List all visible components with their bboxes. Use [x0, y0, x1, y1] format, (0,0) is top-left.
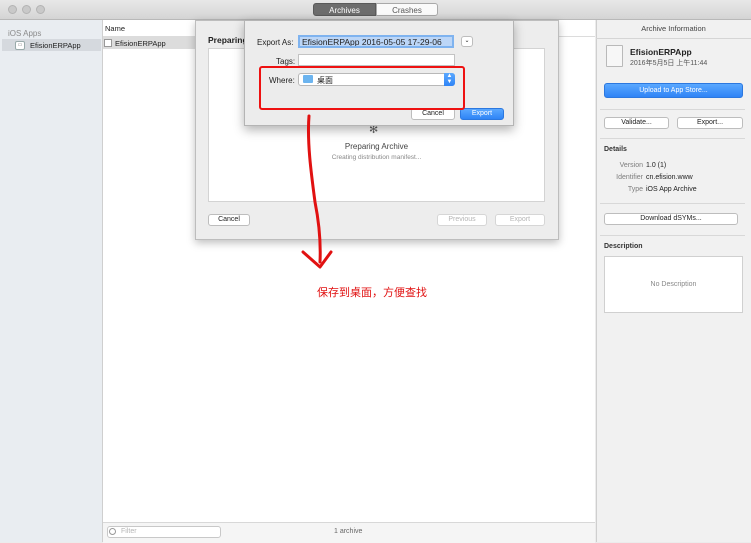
archive-info-title: Archive Information — [596, 20, 751, 39]
column-header-name[interactable]: Name — [105, 24, 125, 33]
export-button[interactable]: Export... — [677, 117, 743, 129]
upload-to-app-store-button[interactable]: Upload to App Store... — [604, 83, 743, 98]
sidebar-header: iOS Apps — [8, 29, 42, 38]
sidebar — [0, 20, 103, 542]
detail-key-type: Type — [627, 186, 643, 193]
zoom-window-button[interactable] — [36, 5, 45, 14]
sheet-cancel-button[interactable]: Cancel — [208, 214, 250, 226]
detail-value-identifier: cn.efision.www — [646, 174, 693, 181]
tab-archives[interactable]: Archives — [313, 3, 376, 16]
dialog-export-button[interactable]: Export — [460, 108, 504, 120]
divider — [600, 203, 745, 204]
status-title: Preparing Archive — [344, 142, 409, 151]
app-name: EfisionERPApp — [630, 47, 692, 57]
detail-key-identifier: Identifier — [616, 174, 643, 181]
validate-button[interactable]: Validate... — [604, 117, 669, 129]
minimize-window-button[interactable] — [22, 5, 31, 14]
archive-count: 1 archive — [334, 528, 363, 535]
archive-document-icon — [606, 45, 623, 67]
export-as-label: Export As: — [257, 38, 294, 47]
expand-dialog-button[interactable]: ⌄ — [461, 36, 473, 47]
divider — [600, 235, 745, 236]
sidebar-item-label: EfisionERPApp — [30, 41, 81, 50]
tags-field[interactable] — [298, 54, 455, 66]
detail-value-version: 1.0 (1) — [646, 162, 667, 169]
description-box[interactable]: No Description — [604, 256, 743, 313]
status-detail: Creating distribution manifest... — [331, 154, 422, 161]
tab-crashes[interactable]: Crashes — [376, 3, 438, 16]
details-title: Details — [604, 146, 627, 153]
archive-name: EfisionERPApp — [115, 39, 166, 48]
filter-icon — [109, 528, 116, 535]
detail-key-version: Version — [619, 162, 643, 169]
annotation-arrow-icon — [301, 114, 333, 269]
sheet-title: Preparing — [208, 35, 248, 45]
description-title: Description — [604, 243, 643, 250]
export-as-field[interactable]: EfisionERPApp 2016-05-05 17-29-06 — [298, 35, 454, 48]
annotation-highlight-box — [259, 66, 465, 110]
archive-icon — [104, 39, 112, 47]
previous-button[interactable]: Previous — [437, 214, 487, 226]
tags-label: Tags: — [276, 57, 296, 66]
download-dsyms-button[interactable]: Download dSYMs... — [604, 213, 738, 225]
sheet-export-button[interactable]: Export — [495, 214, 545, 226]
filter-input[interactable]: Filter — [107, 526, 221, 538]
divider — [600, 109, 745, 110]
divider — [600, 138, 745, 139]
archive-date: 2016年5月5日 上午11:44 — [630, 60, 708, 67]
detail-value-type: iOS App Archive — [646, 186, 697, 193]
close-window-button[interactable] — [8, 5, 17, 14]
app-icon: ▭ — [15, 41, 25, 50]
annotation-text: 保存到桌面，方便查找 — [317, 287, 427, 299]
